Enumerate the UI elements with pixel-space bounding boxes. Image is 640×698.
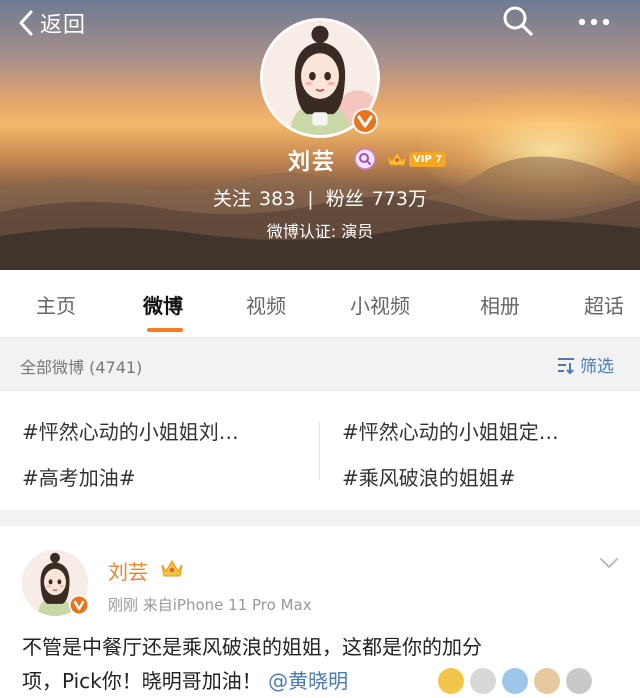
emoji-row [438, 668, 592, 694]
topic-divider [319, 422, 320, 480]
tab-video[interactable]: 视频 [246, 290, 286, 319]
back-button[interactable]: 返回 [16, 8, 86, 38]
filter-label: 筛选 [580, 357, 614, 377]
emoji-icon [566, 668, 592, 694]
tab-weibo[interactable]: 微博 [143, 290, 183, 319]
super-topic-icon[interactable] [354, 148, 376, 170]
more-icon[interactable] [574, 8, 614, 36]
post-text-line: 不管是中餐厅还是乘风破浪的姐姐，这都是你的加分 [22, 635, 482, 659]
crown-icon[interactable] [160, 558, 184, 580]
search-icon[interactable] [501, 4, 535, 38]
fans-count[interactable]: 773万 [372, 188, 427, 210]
weibo-count: 全部微博 (4741) [20, 358, 143, 377]
follow-stats: 关注 383 | 粉丝 773万 [0, 184, 640, 211]
post-author-name[interactable]: 刘芸 [108, 556, 148, 585]
back-label: 返回 [40, 13, 87, 38]
back-chevron-icon [19, 10, 33, 36]
filter-bar: 全部微博 (4741) 筛选 [0, 337, 640, 391]
post-text-line: 项，Pick你！晓明哥加油！ [22, 669, 262, 693]
filter-button[interactable]: 筛选 [556, 352, 614, 377]
crown-icon [387, 152, 407, 166]
topic-grid: #怦然心动的小姐姐刘… #怦然心动的小姐姐定… #高考加油# #乘风破浪的姐姐# [0, 392, 640, 510]
post-meta: 刚刚 来自iPhone 11 Pro Max [108, 596, 312, 614]
topic-item[interactable]: #怦然心动的小姐姐刘… [22, 416, 312, 445]
mention-link[interactable]: @黄晓明 [268, 669, 348, 693]
vip-badge[interactable]: VIP 7 [386, 149, 447, 169]
profile-name: 刘芸 [288, 150, 337, 175]
follow-count[interactable]: 383 [259, 188, 295, 210]
emoji-icon [534, 668, 560, 694]
profile-header: 返回 刘芸 VIP 7 关注 383 | 粉丝 773万 微博认证: 演员 [0, 0, 640, 270]
topic-item[interactable]: #高考加油# [22, 462, 312, 491]
stats-divider: | [307, 188, 314, 210]
follow-label[interactable]: 关注 [213, 188, 251, 210]
emoji-icon [438, 668, 464, 694]
weibo-post: 刘芸 刚刚 来自iPhone 11 Pro Max 不管是中餐厅还是乘风破浪的姐… [0, 526, 640, 698]
section-gap [0, 510, 640, 526]
profile-tabs: 主页 微博 视频 小视频 相册 超话 [0, 270, 640, 336]
active-tab-indicator [147, 328, 183, 332]
topic-item[interactable]: #乘风破浪的姐姐# [342, 462, 632, 491]
fans-label[interactable]: 粉丝 [326, 188, 364, 210]
filter-icon [558, 357, 574, 374]
vip-level: VIP 7 [409, 151, 447, 167]
emoji-icon [502, 668, 528, 694]
verified-icon [69, 595, 89, 615]
tab-home[interactable]: 主页 [36, 290, 76, 319]
tab-short-video[interactable]: 小视频 [350, 290, 410, 319]
verified-icon [352, 108, 378, 134]
topic-item[interactable]: #怦然心动的小姐姐定… [342, 416, 632, 445]
chevron-down-icon[interactable] [598, 556, 620, 570]
tab-album[interactable]: 相册 [480, 290, 520, 319]
verification-text: 微博认证: 演员 [266, 222, 374, 241]
tab-super-topic[interactable]: 超话 [584, 290, 624, 319]
emoji-icon [470, 668, 496, 694]
name-row: 刘芸 VIP 7 [0, 142, 640, 178]
